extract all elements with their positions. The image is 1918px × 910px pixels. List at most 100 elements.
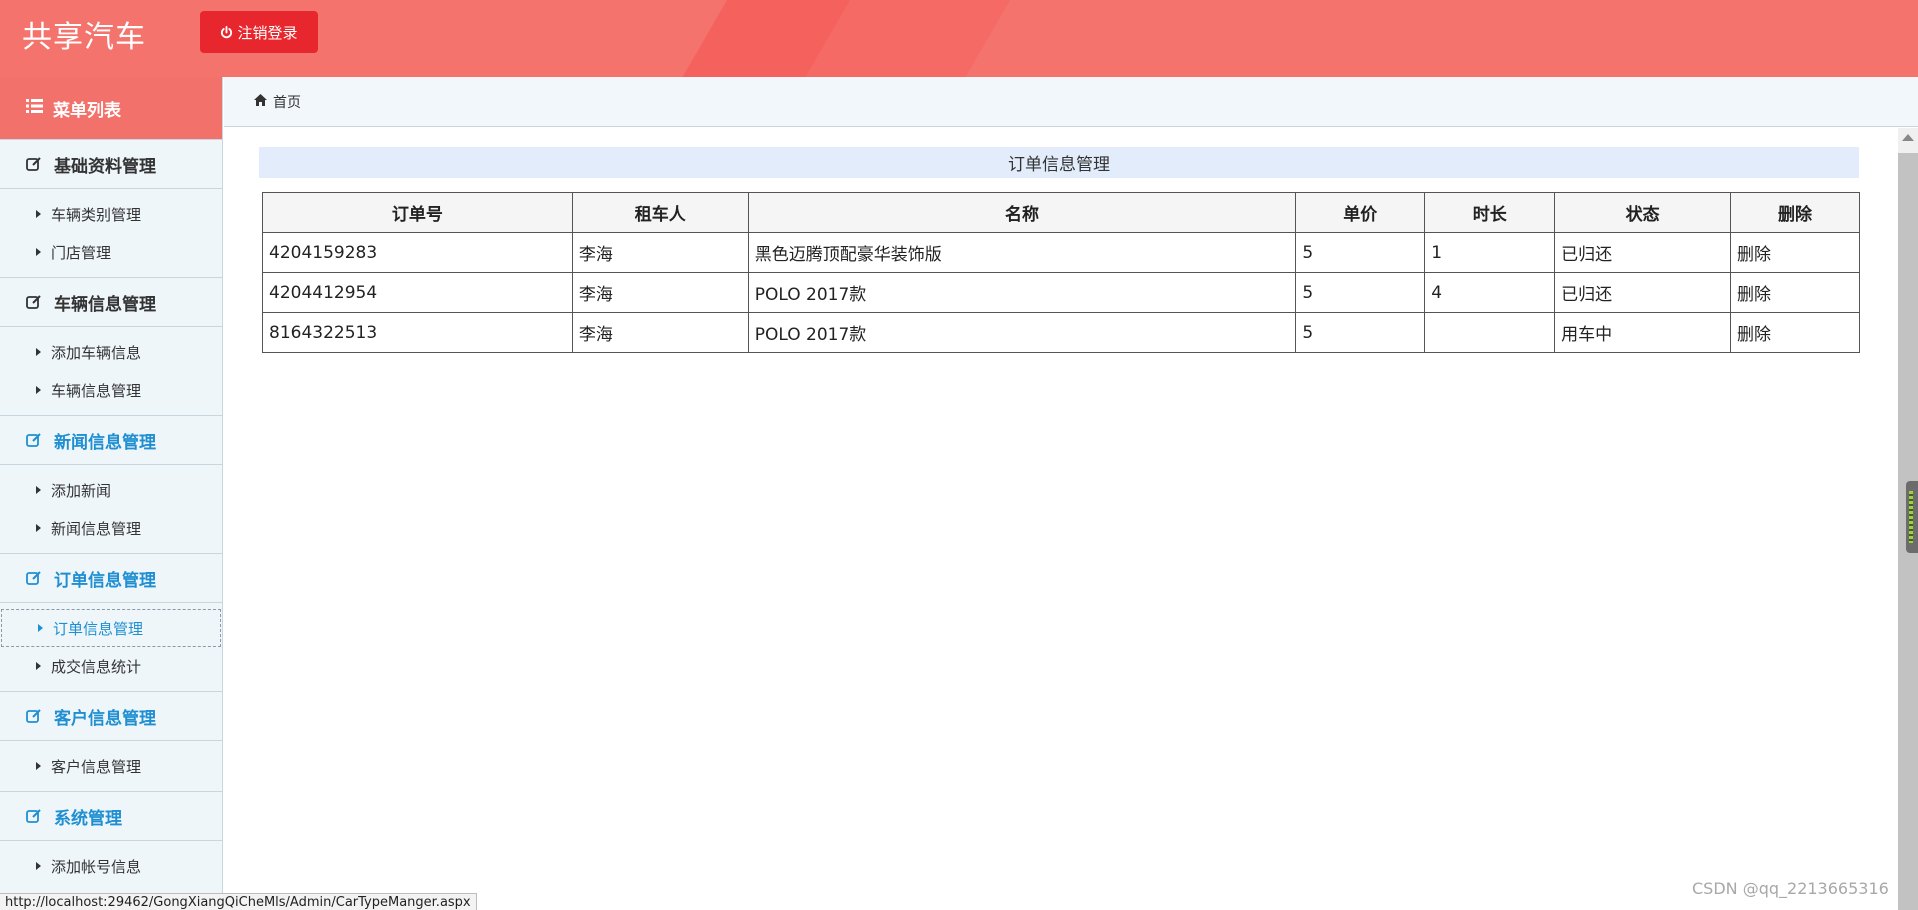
- top-header: 共享汽车 注销登录: [0, 0, 1918, 77]
- car-name-cell: POLO 2017款: [747, 272, 1297, 313]
- meter-icon: [1909, 491, 1913, 543]
- sidebar-item-add-account[interactable]: 添加帐号信息: [0, 847, 222, 885]
- sidebar-item-label: 车辆类别管理: [51, 205, 142, 224]
- caret-right-icon: [36, 386, 41, 394]
- status-cell: 用车中: [1554, 312, 1732, 353]
- caret-right-icon: [36, 248, 41, 256]
- caret-right-icon: [36, 210, 41, 218]
- breadcrumb-home-link[interactable]: 首页: [273, 92, 301, 112]
- renter-cell: 李海: [571, 232, 749, 273]
- table-row: 4204412954 李海 POLO 2017款 5 4 已归还 删除: [262, 272, 1860, 313]
- column-header: 删除: [1730, 192, 1860, 233]
- app-title: 共享汽车: [22, 20, 146, 55]
- breadcrumb: 首页: [224, 77, 1918, 127]
- car-name-cell: 黑色迈腾顶配豪华装饰版: [747, 232, 1297, 273]
- logout-label: 注销登录: [237, 23, 298, 42]
- delete-link[interactable]: 删除: [1730, 312, 1860, 353]
- sidebar-item-customer-manage[interactable]: 客户信息管理: [0, 747, 222, 785]
- caret-right-icon: [36, 524, 41, 532]
- sidebar-item-add-news[interactable]: 添加新闻: [0, 471, 222, 509]
- sidebar-item-label: 订单信息管理: [53, 619, 144, 638]
- renter-cell: 李海: [571, 312, 749, 353]
- order-id-cell: 8164322513: [262, 312, 573, 353]
- sidebar-group-orders[interactable]: 订单信息管理: [0, 553, 222, 603]
- sidebar-group-label: 基础资料管理: [54, 156, 156, 177]
- column-header: 单价: [1295, 192, 1426, 233]
- edit-icon: [26, 808, 42, 824]
- main-content: 订单信息管理 订单号 租车人 名称 单价 时长 状态 删除 4204159283…: [224, 128, 1898, 910]
- menu-title-label: 菜单列表: [53, 100, 121, 121]
- caret-right-icon: [38, 624, 43, 632]
- edit-icon: [26, 156, 42, 172]
- panel-title: 订单信息管理: [259, 147, 1859, 178]
- edit-icon: [26, 708, 42, 724]
- sidebar-item-vehicle-category[interactable]: 车辆类别管理: [0, 195, 222, 233]
- sidebar-group-label: 车辆信息管理: [54, 294, 156, 315]
- order-id-cell: 4204159283: [262, 232, 573, 273]
- sidebar: 菜单列表 基础资料管理 车辆类别管理 门店管理 车辆信息管理 添加车辆信息 车辆…: [0, 77, 223, 910]
- sidebar-group-system[interactable]: 系统管理: [0, 791, 222, 841]
- duration-cell: [1424, 312, 1556, 353]
- sidebar-item-label: 添加车辆信息: [51, 343, 142, 362]
- orders-table: 订单号 租车人 名称 单价 时长 状态 删除 4204159283 李海 黑色迈…: [262, 192, 1860, 353]
- column-header: 订单号: [262, 192, 573, 233]
- sidebar-group-news[interactable]: 新闻信息管理: [0, 415, 222, 465]
- sidebar-item-order-manage[interactable]: 订单信息管理: [1, 609, 221, 647]
- sidebar-item-deal-stats[interactable]: 成交信息统计: [0, 647, 222, 685]
- sidebar-group-label: 订单信息管理: [54, 570, 156, 591]
- sidebar-item-vehicle-manage[interactable]: 车辆信息管理: [0, 371, 222, 409]
- edit-icon: [26, 570, 42, 586]
- delete-link[interactable]: 删除: [1730, 272, 1860, 313]
- sidebar-item-news-manage[interactable]: 新闻信息管理: [0, 509, 222, 547]
- sidebar-item-label: 车辆信息管理: [51, 381, 142, 400]
- sidebar-group-vehicle-info[interactable]: 车辆信息管理: [0, 277, 222, 327]
- sidebar-item-label: 成交信息统计: [51, 657, 142, 676]
- caret-right-icon: [36, 348, 41, 356]
- menu-title: 菜单列表: [0, 77, 222, 139]
- home-icon: [254, 93, 267, 110]
- power-icon: [220, 25, 233, 39]
- sidebar-item-label: 新闻信息管理: [51, 519, 142, 538]
- price-cell: 5: [1295, 272, 1426, 313]
- sidebar-item-label: 添加新闻: [51, 481, 112, 500]
- sidebar-item-label: 客户信息管理: [51, 757, 142, 776]
- caret-right-icon: [36, 862, 41, 870]
- sidebar-item-label: 门店管理: [51, 243, 112, 262]
- duration-cell: 1: [1424, 232, 1556, 273]
- price-cell: 5: [1295, 312, 1426, 353]
- caret-right-icon: [36, 662, 41, 670]
- status-bar-url: http://localhost:29462/GongXiangQiCheMls…: [0, 893, 477, 910]
- side-widget[interactable]: [1906, 481, 1918, 553]
- duration-cell: 4: [1424, 272, 1556, 313]
- status-cell: 已归还: [1554, 272, 1732, 313]
- caret-right-icon: [36, 762, 41, 770]
- sidebar-group-basic-data[interactable]: 基础资料管理: [0, 139, 222, 189]
- price-cell: 5: [1295, 232, 1426, 273]
- list-icon: [26, 98, 43, 118]
- caret-right-icon: [36, 486, 41, 494]
- scroll-up-icon[interactable]: [1902, 134, 1914, 141]
- watermark: CSDN @qq_2213665316: [1692, 879, 1889, 898]
- column-header: 状态: [1554, 192, 1732, 233]
- logout-button[interactable]: 注销登录: [200, 11, 318, 53]
- table-row: 8164322513 李海 POLO 2017款 5 用车中 删除: [262, 312, 1860, 353]
- sidebar-group-label: 新闻信息管理: [54, 432, 156, 453]
- sidebar-item-label: 添加帐号信息: [51, 857, 142, 876]
- column-header: 租车人: [571, 192, 749, 233]
- column-header: 时长: [1424, 192, 1556, 233]
- sidebar-item-add-vehicle[interactable]: 添加车辆信息: [0, 333, 222, 371]
- edit-icon: [26, 294, 42, 310]
- sidebar-group-label: 客户信息管理: [54, 708, 156, 729]
- order-id-cell: 4204412954: [262, 272, 573, 313]
- car-name-cell: POLO 2017款: [747, 312, 1297, 353]
- sidebar-group-customers[interactable]: 客户信息管理: [0, 691, 222, 741]
- delete-link[interactable]: 删除: [1730, 232, 1860, 273]
- table-header-row: 订单号 租车人 名称 单价 时长 状态 删除: [262, 192, 1860, 233]
- renter-cell: 李海: [571, 272, 749, 313]
- status-cell: 已归还: [1554, 232, 1732, 273]
- sidebar-group-label: 系统管理: [54, 808, 122, 829]
- sidebar-item-store[interactable]: 门店管理: [0, 233, 222, 271]
- table-row: 4204159283 李海 黑色迈腾顶配豪华装饰版 5 1 已归还 删除: [262, 232, 1860, 273]
- edit-icon: [26, 432, 42, 448]
- column-header: 名称: [747, 192, 1297, 233]
